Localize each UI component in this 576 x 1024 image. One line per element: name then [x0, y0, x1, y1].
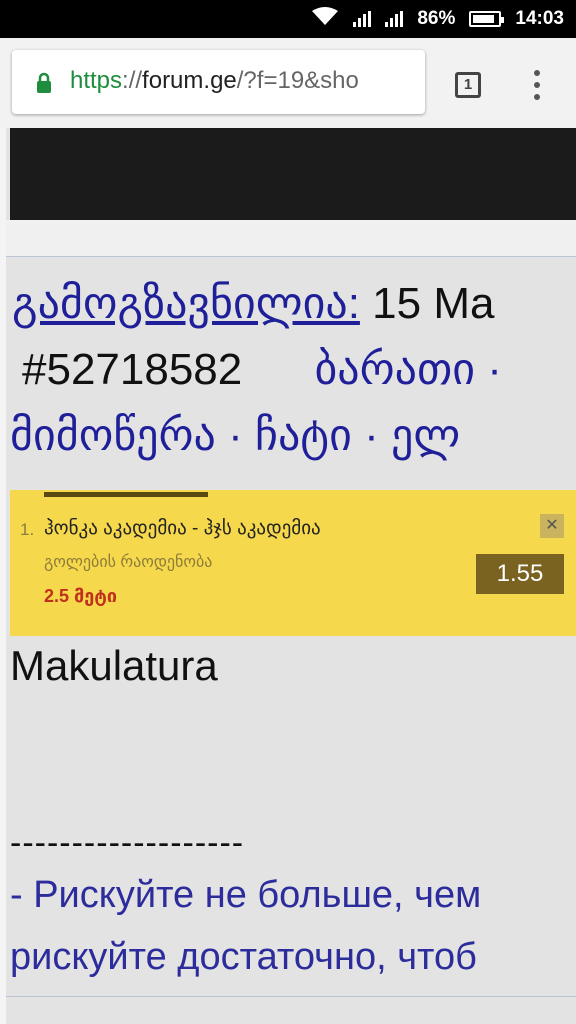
post-meta-line: გამოგზავნილია: 15 Ma: [12, 278, 494, 329]
left-border: [0, 128, 6, 1024]
signal-icon-secondary: [385, 11, 404, 27]
post-links-line: მიმოწერა · ჩატი · ელ: [10, 410, 460, 461]
sent-label-link[interactable]: გამოგზავნილია:: [12, 279, 360, 328]
email-link[interactable]: ელ: [391, 411, 460, 460]
correspondence-link[interactable]: მიმოწერა: [10, 411, 216, 460]
status-bar: 86% 14:03: [0, 0, 576, 38]
close-icon[interactable]: ✕: [540, 514, 564, 538]
signature-line-2: рискуйте достаточно, чтоб: [10, 936, 477, 978]
link-separator: ·: [228, 411, 243, 460]
battery-percent: 86%: [417, 8, 456, 29]
chat-link[interactable]: ჩატი: [255, 411, 352, 460]
url-scheme: https: [70, 67, 123, 94]
url-host: forum.ge: [142, 67, 237, 94]
overflow-menu-icon[interactable]: [532, 70, 542, 100]
post-number: #52718582: [22, 345, 243, 394]
clock: 14:03: [515, 8, 564, 29]
post-separator: [6, 220, 576, 257]
browser-toolbar: https://forum.ge/?f=19&sho 1: [0, 38, 576, 128]
url-separator: ://: [122, 67, 143, 94]
url-path: /?f=19&sho: [236, 67, 359, 94]
post-body: Makulatura: [10, 642, 218, 689]
header-banner: [10, 128, 576, 220]
bottom-divider: [6, 996, 576, 997]
signature-line-1: - Рискуйте не больше, чем: [10, 874, 482, 916]
url-text: https://forum.ge/?f=19&sho: [70, 67, 359, 95]
betting-ad-banner[interactable]: 1. ჰონკა აკადემია - ჰჯს აკადემია გოლების…: [10, 490, 576, 636]
odds-button[interactable]: 1.55: [476, 554, 564, 594]
barati-link[interactable]: ბარათი ·: [314, 345, 501, 394]
tab-switcher-button[interactable]: 1: [455, 72, 481, 98]
address-bar[interactable]: https://forum.ge/?f=19&sho: [12, 50, 425, 114]
ad-index: 1.: [20, 520, 35, 539]
signal-icon: [353, 11, 372, 27]
link-separator: ·: [364, 411, 379, 460]
ad-match: ჰონკა აკადემია - ჰჯს აკადემია: [44, 518, 321, 539]
ad-selection: 2.5 მეტი: [44, 586, 117, 606]
post-date: 15 Ma: [372, 279, 495, 328]
forum-post: გამოგზავნილია: 15 Ma #52718582 ბარათი · …: [10, 258, 576, 1024]
ad-market: გოლების რაოდენობა: [44, 554, 213, 571]
lock-icon: [36, 72, 52, 94]
ad-top-line: [44, 492, 208, 497]
signature-divider: -------------------: [10, 824, 245, 862]
page-content: გამოგზავნილია: 15 Ma #52718582 ბარათი · …: [0, 128, 576, 1024]
wifi-icon: [311, 6, 339, 32]
post-id-line: #52718582 ბარათი ·: [22, 344, 502, 395]
battery-icon: [469, 11, 505, 27]
